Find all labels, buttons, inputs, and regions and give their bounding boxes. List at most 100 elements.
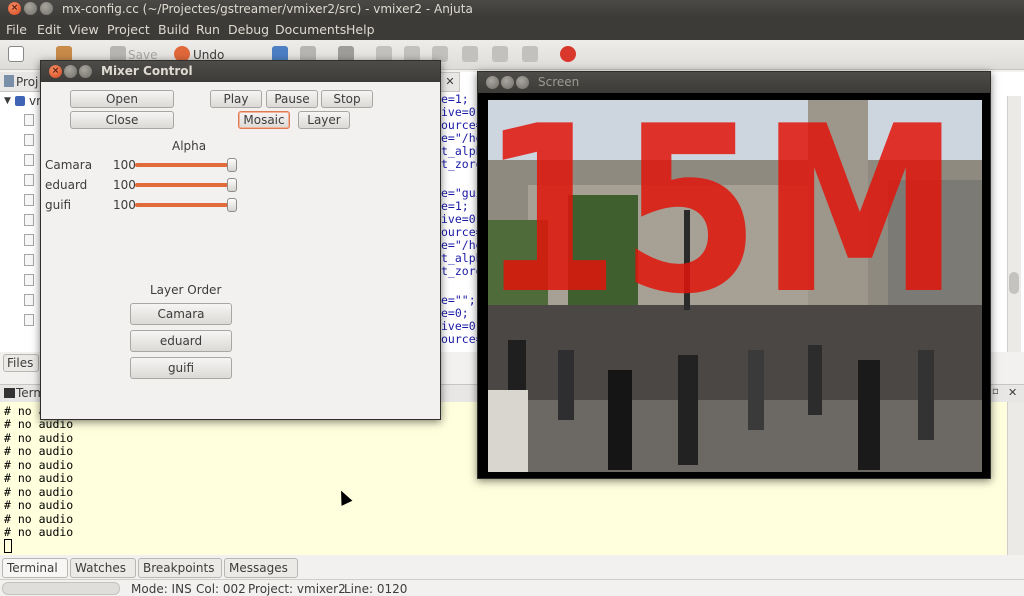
terminal-line: # no audio xyxy=(4,431,74,445)
restore-icon[interactable]: ▫ xyxy=(992,386,999,397)
menu-help[interactable]: Help xyxy=(346,22,375,37)
tab-label: Terminal xyxy=(7,561,58,575)
menu-documents[interactable]: Documents xyxy=(275,22,346,37)
maximize-icon[interactable] xyxy=(40,2,53,15)
maximize-icon[interactable] xyxy=(79,65,92,78)
close-icon[interactable]: × xyxy=(49,65,62,78)
menu-build[interactable]: Build xyxy=(158,22,189,37)
channel-value: 100 xyxy=(113,178,136,192)
play-button[interactable]: Play xyxy=(210,90,262,108)
menu-run[interactable]: Run xyxy=(196,22,220,37)
mixer-control-dialog: × Mixer Control Open Close Play Pause St… xyxy=(40,60,441,420)
close-icon[interactable] xyxy=(486,76,499,89)
alpha-slider-track[interactable] xyxy=(135,203,235,207)
terminal-line: # no audio xyxy=(4,525,74,539)
tab-label: Messages xyxy=(229,561,288,575)
layer-order-title: Layer Order xyxy=(150,283,222,297)
file-icon[interactable] xyxy=(24,134,34,146)
channel-label: eduard xyxy=(45,178,88,192)
menu-edit[interactable]: Edit xyxy=(37,22,61,37)
menu-view[interactable]: View xyxy=(69,22,99,37)
stop-button[interactable]: Stop xyxy=(321,90,373,108)
code-line: e=1; xyxy=(441,92,469,106)
terminal-cursor xyxy=(4,539,12,553)
terminal-line: # no audio xyxy=(4,498,74,512)
code-line: e=""; xyxy=(441,293,476,307)
menu-bar: File Edit View Project Build Run Debug D… xyxy=(0,18,1024,40)
terminal-line: # no audio xyxy=(4,458,74,472)
editor-scrollbar[interactable] xyxy=(1007,96,1021,352)
terminal-scrollbar[interactable] xyxy=(1007,402,1024,555)
alpha-slider-knob[interactable] xyxy=(227,158,237,172)
alpha-slider-track[interactable] xyxy=(135,183,235,187)
mixer-title-bar: × Mixer Control xyxy=(41,61,440,82)
tab-messages[interactable]: Messages ▴ xyxy=(224,558,298,589)
window-title: mx-config.cc (~/Projectes/gstreamer/vmix… xyxy=(62,2,473,16)
status-col: Col: 002 xyxy=(196,582,246,596)
maximize-icon[interactable] xyxy=(516,76,529,89)
file-icon[interactable] xyxy=(24,214,34,226)
terminal-line: # no audio xyxy=(4,485,74,499)
editor-tab-close[interactable]: ✕ xyxy=(440,72,460,92)
file-icon[interactable] xyxy=(24,274,34,286)
minimize-icon[interactable] xyxy=(64,65,77,78)
close-icon[interactable]: × xyxy=(8,2,21,15)
expander-icon[interactable]: ▼ xyxy=(4,96,11,106)
tab-label: Breakpoints xyxy=(143,561,215,575)
code-line: e=1; xyxy=(441,199,469,213)
new-file-icon[interactable] xyxy=(8,46,24,62)
alpha-title: Alpha xyxy=(172,139,207,153)
file-icon[interactable] xyxy=(24,174,34,186)
menu-debug[interactable]: Debug xyxy=(228,22,269,37)
file-icon[interactable] xyxy=(24,234,34,246)
alpha-slider-knob[interactable] xyxy=(227,198,237,212)
mixer-title: Mixer Control xyxy=(101,64,193,78)
file-icon[interactable] xyxy=(24,114,34,126)
pause-button[interactable]: Pause xyxy=(266,90,318,108)
alpha-slider-knob[interactable] xyxy=(227,178,237,192)
alpha-slider-track[interactable] xyxy=(135,163,235,167)
minimize-icon[interactable] xyxy=(24,2,37,15)
minimize-icon[interactable] xyxy=(501,76,514,89)
channel-label: Camara xyxy=(45,158,93,172)
step-out-icon[interactable] xyxy=(462,46,478,62)
tab-watches[interactable]: Watches ▴ xyxy=(70,558,136,589)
project-icon xyxy=(4,75,14,87)
terminal-line: # no audio xyxy=(4,471,74,485)
channel-value: 100 xyxy=(113,158,136,172)
close-icon[interactable]: ✕ xyxy=(1008,386,1017,399)
channel-value: 100 xyxy=(113,198,136,212)
file-icon[interactable] xyxy=(24,294,34,306)
mosaic-button[interactable]: Mosaic xyxy=(238,111,290,129)
file-icon[interactable] xyxy=(24,314,34,326)
open-button[interactable]: Open xyxy=(70,90,174,108)
layer-button[interactable]: Layer xyxy=(298,111,350,129)
overlay-text: 15M xyxy=(488,100,960,345)
terminal-icon xyxy=(4,388,15,398)
file-icon[interactable] xyxy=(24,254,34,266)
continue-icon[interactable] xyxy=(492,46,508,62)
file-icon[interactable] xyxy=(24,194,34,206)
video-preview: 15M xyxy=(488,100,982,472)
file-icon[interactable] xyxy=(24,154,34,166)
tab-terminal[interactable]: Terminal ▴ xyxy=(2,558,68,589)
layer-button-guifi[interactable]: guifi xyxy=(130,357,232,379)
channel-label: guifi xyxy=(45,198,72,212)
files-tab[interactable]: Files xyxy=(3,354,39,372)
tab-label: Watches xyxy=(75,561,126,575)
code-line: e=0; xyxy=(441,306,469,320)
terminal-line: # no audio xyxy=(4,512,74,526)
status-line: Line: 0120 xyxy=(344,582,408,596)
layer-button-camara[interactable]: Camara xyxy=(130,303,232,325)
terminal-line: # no audio xyxy=(4,444,74,458)
status-mode: Mode: INS xyxy=(131,582,192,596)
tab-breakpoints[interactable]: Breakpoints ▴ xyxy=(138,558,222,589)
menu-file[interactable]: File xyxy=(6,22,27,37)
project-root-icon xyxy=(15,96,25,106)
pause-debug-icon[interactable] xyxy=(522,46,538,62)
close-button[interactable]: Close xyxy=(70,111,174,129)
layer-button-eduard[interactable]: eduard xyxy=(130,330,232,352)
menu-project[interactable]: Project xyxy=(107,22,150,37)
breakpoint-icon[interactable] xyxy=(560,46,576,62)
editor-scrollbar-thumb[interactable] xyxy=(1009,272,1019,294)
